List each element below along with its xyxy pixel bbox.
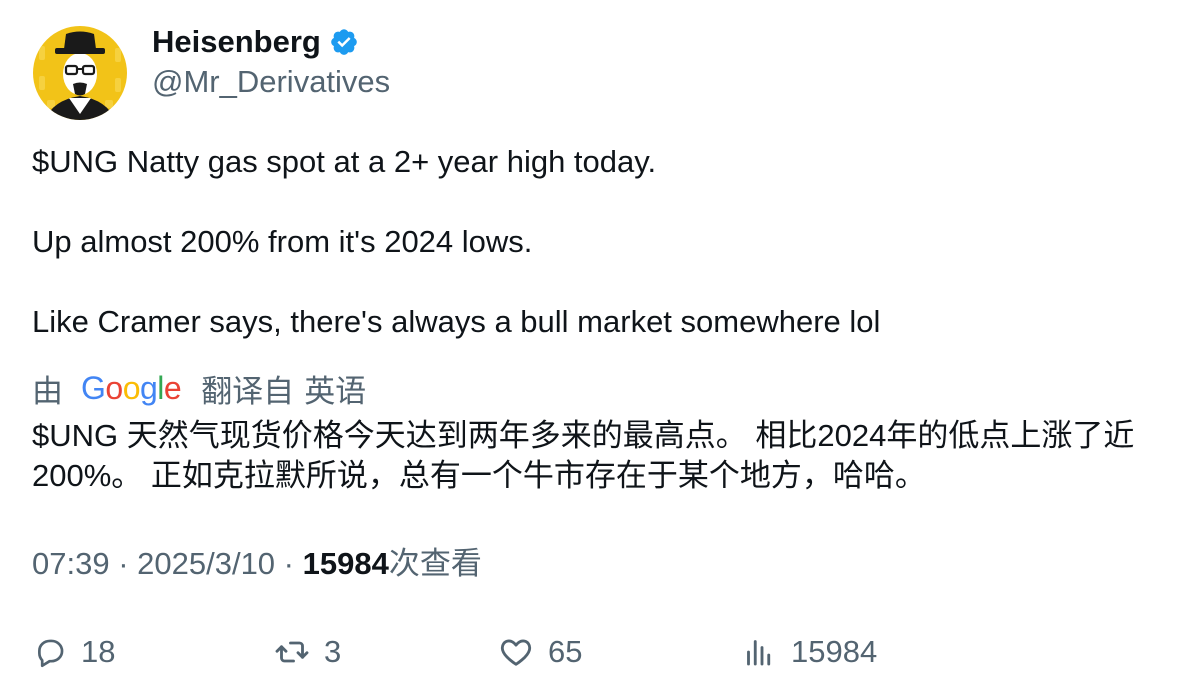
google-logo[interactable]: G o o g l e (81, 369, 182, 407)
translation-attribution: 由 G o o g l e 翻译自 英语 (32, 368, 367, 409)
source-language: 英语 (304, 373, 367, 409)
tweet-time[interactable]: 07:39 (32, 544, 110, 584)
like-button[interactable]: 65 (498, 630, 582, 674)
google-logo-letter: l (157, 369, 164, 406)
action-bar: 18 3 65 15984 (0, 630, 1196, 674)
tweet-meta: 07:39 · 2025/3/10 · 15984 次查看 (32, 544, 482, 584)
views-button[interactable]: 15984 (741, 630, 877, 674)
views-count: 15984 (302, 546, 389, 581)
retweet-count: 3 (324, 634, 342, 669)
google-logo-letter: g (139, 369, 158, 406)
meta-separator: · (109, 546, 138, 581)
tweet-date[interactable]: 2025/3/10 (137, 544, 275, 584)
translated-by-label: 由 (32, 373, 63, 409)
tweet-text-line-2: Up almost 200% from it's 2024 lows. (32, 224, 533, 259)
heart-icon (500, 639, 532, 666)
author-handle[interactable]: @Mr_Derivatives (152, 62, 390, 102)
verified-badge-icon (331, 29, 357, 55)
translated-text: $UNG 天然气现货价格今天达到两年多来的最高点。 相比2024年的低点上涨了近… (32, 418, 1135, 493)
like-count: 65 (548, 634, 583, 669)
meta-separator: · (275, 546, 303, 581)
tweet-text-line-1: $UNG Natty gas spot at a 2+ year high to… (32, 144, 657, 179)
avatar[interactable] (33, 26, 127, 120)
google-logo-letter: e (163, 369, 182, 406)
retweet-button[interactable]: 3 (274, 630, 341, 674)
tweet-text-line-3: Like Cramer says, there's always a bull … (32, 304, 881, 339)
google-logo-letter: o (122, 369, 141, 406)
heisenberg-avatar-icon (33, 26, 127, 120)
views-action-count: 15984 (791, 634, 878, 669)
reply-count: 18 (81, 634, 116, 669)
translated-from-label: 翻译自 (201, 373, 295, 409)
google-logo-letter: G (81, 369, 106, 406)
google-logo-letter: o (105, 369, 123, 406)
views-chart-icon (747, 640, 771, 666)
reply-button[interactable]: 18 (33, 630, 115, 674)
reply-icon (38, 639, 64, 668)
retweet-icon (275, 641, 309, 663)
author-name-row[interactable]: Heisenberg (152, 22, 359, 62)
display-name[interactable]: Heisenberg (152, 22, 321, 62)
views-label: 次查看 (388, 546, 482, 581)
